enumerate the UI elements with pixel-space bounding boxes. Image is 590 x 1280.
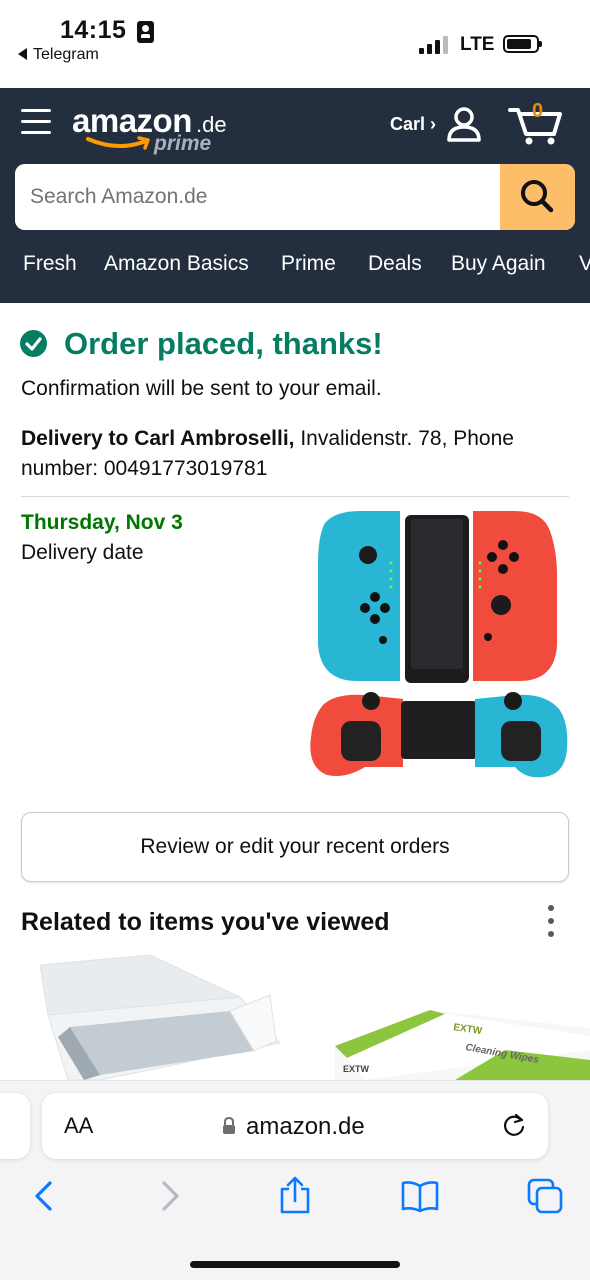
divider xyxy=(21,496,569,497)
search-icon xyxy=(521,180,554,213)
delivery-name: Delivery to Carl Ambroselli, xyxy=(21,427,295,450)
nav-link-amazon-basics[interactable]: Amazon Basics xyxy=(104,252,249,276)
related-heading: Related to items you've viewed xyxy=(21,908,390,936)
user-icon[interactable] xyxy=(446,106,482,142)
confirmation-note: Confirmation will be sent to your email. xyxy=(21,377,382,400)
search-input[interactable] xyxy=(15,164,500,230)
nav-link-buy-again[interactable]: Buy Again xyxy=(451,252,546,276)
share-icon[interactable] xyxy=(278,1175,312,1215)
sub-navigation: Fresh Amazon Basics Prime Deals Buy Agai… xyxy=(0,252,590,282)
back-arrow-icon xyxy=(18,48,27,60)
search-button[interactable] xyxy=(500,164,575,230)
battery-icon xyxy=(503,35,542,53)
lock-icon xyxy=(223,1117,235,1134)
logo-prime: prime xyxy=(154,132,212,155)
check-circle-icon xyxy=(20,330,47,357)
previous-tab-peek[interactable] xyxy=(0,1093,30,1159)
browser-bottom-bar: AA amazon.de xyxy=(0,1080,590,1280)
smile-icon xyxy=(86,136,150,150)
back-to-app[interactable]: Telegram xyxy=(18,46,99,64)
order-placed-title: Order placed, thanks! xyxy=(64,326,383,361)
back-app-label: Telegram xyxy=(33,46,99,63)
address-bar[interactable]: AA amazon.de xyxy=(42,1093,548,1159)
cart-count: 0 xyxy=(532,100,544,122)
status-time: 14:15 xyxy=(60,16,127,44)
nav-link-deals[interactable]: Deals xyxy=(368,252,422,276)
amazon-header: amazon .de prime Carl › 0 Fresh Amazon B… xyxy=(0,88,590,303)
more-options-icon[interactable] xyxy=(545,905,557,937)
nav-link-fresh[interactable]: Fresh xyxy=(23,252,77,276)
delivery-date: Thursday, Nov 3 xyxy=(21,511,183,534)
reload-icon[interactable] xyxy=(500,1111,528,1139)
forward-icon[interactable] xyxy=(156,1179,184,1213)
related-product-image-2[interactable]: EXTW Cleaning Wipes EXTW xyxy=(335,1010,590,1080)
search-bar xyxy=(15,164,575,230)
account-link[interactable]: Carl › xyxy=(390,114,436,135)
home-indicator[interactable] xyxy=(190,1261,400,1268)
status-bar: 14:15 Telegram LTE xyxy=(0,0,590,88)
amazon-logo[interactable]: amazon .de prime xyxy=(72,102,232,162)
delivery-date-label: Delivery date xyxy=(21,541,144,564)
review-orders-button[interactable]: Review or edit your recent orders xyxy=(21,812,569,882)
network-label: LTE xyxy=(460,34,495,55)
delivery-address: Delivery to Carl Ambroselli, Invalidenst… xyxy=(21,424,569,484)
signal-icon xyxy=(419,36,451,54)
nav-link-more[interactable]: V xyxy=(579,252,590,276)
url-domain: amazon.de xyxy=(246,1113,365,1140)
cart-button[interactable]: 0 xyxy=(508,100,564,146)
menu-icon[interactable] xyxy=(21,107,51,137)
bookmarks-icon[interactable] xyxy=(400,1179,440,1213)
nav-link-prime[interactable]: Prime xyxy=(281,252,336,276)
related-brand-2: EXTW xyxy=(343,1064,370,1074)
text-size-button[interactable]: AA xyxy=(64,1113,93,1139)
id-card-icon xyxy=(137,21,154,43)
back-icon[interactable] xyxy=(30,1179,58,1213)
tabs-icon[interactable] xyxy=(526,1177,564,1215)
related-product-image-1[interactable] xyxy=(40,955,280,1080)
product-image[interactable] xyxy=(305,505,575,785)
